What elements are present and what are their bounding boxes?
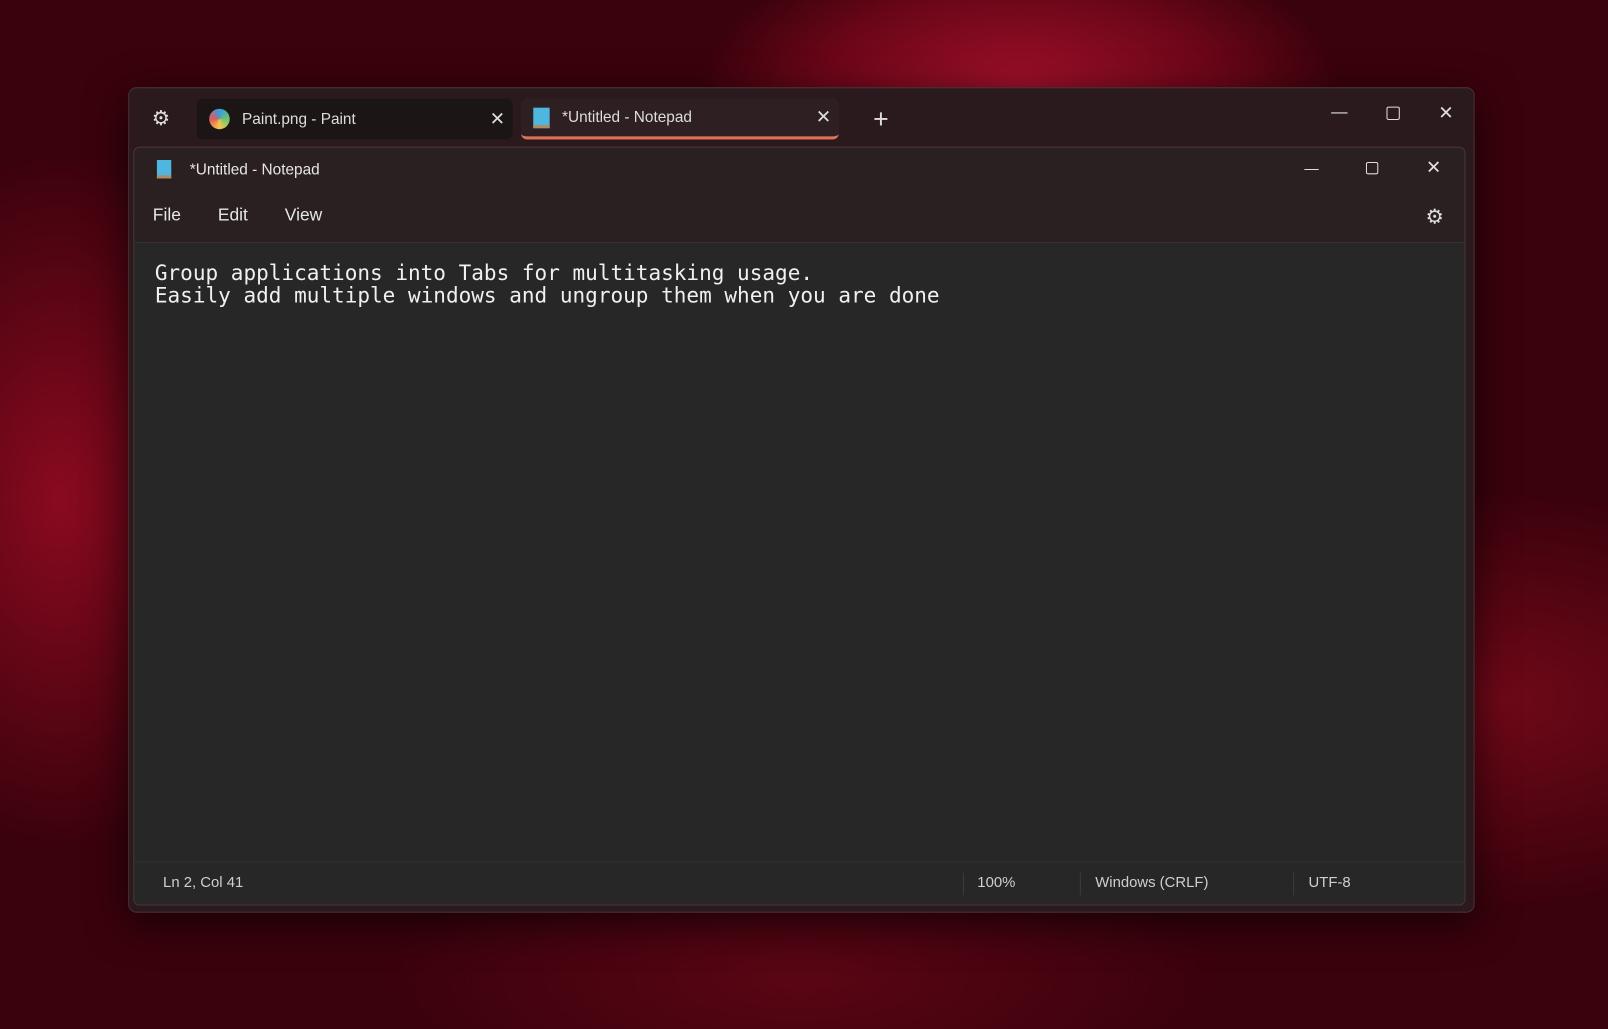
- zoom-level: 100%: [977, 875, 1015, 891]
- close-tab-icon[interactable]: ✕: [482, 108, 513, 130]
- encoding: UTF-8: [1309, 875, 1351, 891]
- paint-icon: [209, 109, 230, 130]
- menu-bar: File Edit View: [134, 191, 1464, 240]
- maximize-button[interactable]: [1357, 156, 1388, 181]
- settings-gear-icon[interactable]: ⚙: [1421, 203, 1448, 230]
- window-title: *Untitled - Notepad: [190, 160, 320, 177]
- divider: [1080, 873, 1081, 896]
- notepad-window: *Untitled - Notepad — ✕ File Edit View ⚙…: [133, 147, 1465, 906]
- tab-label: Paint.png - Paint: [242, 110, 482, 127]
- tab-notepad[interactable]: *Untitled - Notepad ✕: [521, 98, 839, 139]
- divider: [1293, 873, 1294, 896]
- group-maximize-button[interactable]: [1377, 100, 1408, 125]
- divider: [963, 873, 964, 896]
- text-editor[interactable]: Group applications into Tabs for multita…: [134, 242, 1464, 863]
- line-ending: Windows (CRLF): [1095, 875, 1208, 891]
- title-bar: *Untitled - Notepad: [134, 148, 1464, 191]
- group-settings-gear-icon[interactable]: ⚙: [148, 105, 175, 132]
- close-button[interactable]: ✕: [1418, 154, 1449, 181]
- minimize-button[interactable]: —: [1296, 156, 1327, 181]
- notepad-icon: [157, 160, 171, 178]
- close-tab-icon[interactable]: ✕: [808, 107, 839, 129]
- menu-file[interactable]: File: [153, 205, 181, 226]
- group-minimize-button[interactable]: —: [1324, 100, 1355, 125]
- cursor-position: Ln 2, Col 41: [163, 875, 243, 891]
- tab-paint[interactable]: Paint.png - Paint ✕: [197, 98, 513, 139]
- new-tab-plus-icon[interactable]: +: [866, 105, 897, 134]
- tab-group-window: ⚙ Paint.png - Paint ✕ *Untitled - Notepa…: [128, 87, 1474, 913]
- tab-label: *Untitled - Notepad: [562, 109, 808, 126]
- menu-view[interactable]: View: [285, 205, 322, 226]
- status-bar: Ln 2, Col 41 100% Windows (CRLF) UTF-8: [134, 861, 1464, 904]
- group-close-button[interactable]: ✕: [1431, 100, 1462, 125]
- menu-edit[interactable]: Edit: [218, 205, 248, 226]
- notepad-icon: [533, 107, 549, 128]
